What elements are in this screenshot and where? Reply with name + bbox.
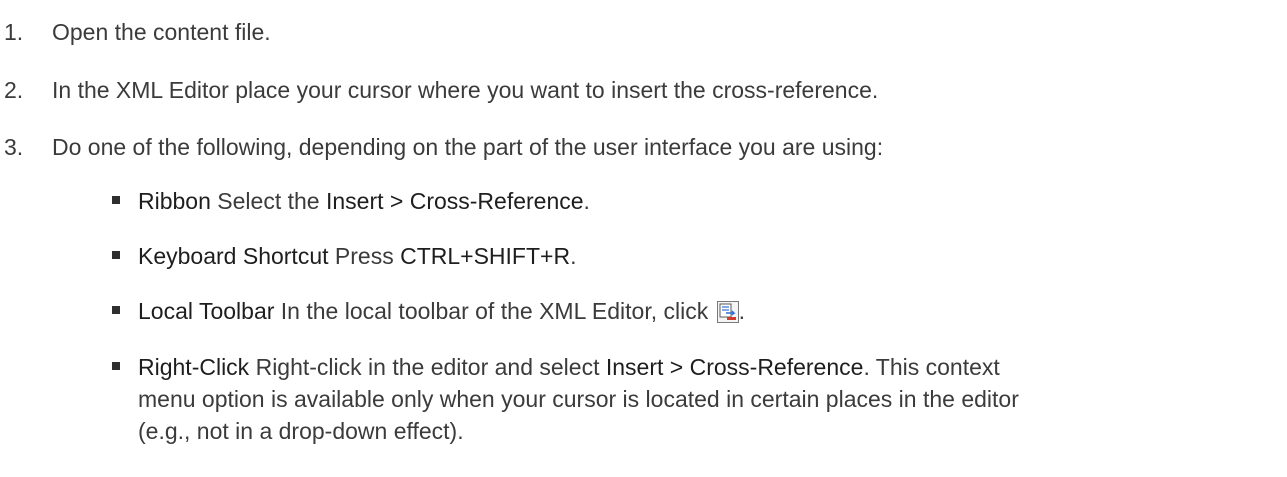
step-text: Open the content file. <box>52 19 271 45</box>
bullet-square-icon <box>112 251 120 259</box>
step-text: Do one of the following, depending on th… <box>52 134 884 160</box>
step-text: In the XML Editor place your cursor wher… <box>52 77 879 103</box>
option-punctuation: . <box>738 298 745 324</box>
insert-cross-reference-icon <box>716 299 739 323</box>
step-number: 3. <box>4 134 24 160</box>
step-1: 1. Open the content file. <box>4 16 271 48</box>
option-label: Right-Click <box>138 354 250 380</box>
menu-command: Insert > Cross-Reference <box>605 354 864 380</box>
step-3: 3. Do one of the following, depending on … <box>4 131 883 163</box>
option-description: Select the <box>210 188 326 214</box>
option-text: Ribbon Select the Insert > Cross-Referen… <box>138 185 1287 217</box>
option-description: Press <box>328 243 401 269</box>
option-line-2: menu option is available only when your … <box>138 386 1019 412</box>
option-line-1: Right-Click Right-click in the editor an… <box>138 351 1287 383</box>
option-description-continued: . This context <box>863 354 1000 380</box>
option-text: Local Toolbar In the local toolbar of th… <box>138 295 1287 327</box>
option-punctuation: . <box>583 188 590 214</box>
option-description: Right-click in the editor and select <box>249 354 606 380</box>
bullet-square-icon <box>112 196 120 204</box>
step-2: 2. In the XML Editor place your cursor wh… <box>4 74 878 106</box>
option-label: Keyboard Shortcut <box>138 243 329 269</box>
option-text: Keyboard Shortcut Press CTRL+SHIFT+R. <box>138 240 1287 272</box>
option-text: Right-Click Right-click in the editor an… <box>138 351 1287 447</box>
procedure-document: 1. Open the content file. 2. In the XML Ed… <box>0 0 1287 477</box>
bullet-square-icon <box>112 306 120 314</box>
step-number: 2. <box>4 77 24 103</box>
step-number: 1. <box>4 19 24 45</box>
option-line-3: (e.g., not in a drop-down effect). <box>138 418 464 444</box>
keyboard-shortcut: CTRL+SHIFT+R <box>400 243 571 269</box>
option-label: Ribbon <box>138 188 211 214</box>
option-punctuation: . <box>570 243 577 269</box>
menu-command: Insert > Cross-Reference <box>325 188 584 214</box>
option-description: In the local toolbar of the XML Editor, … <box>274 298 715 324</box>
option-label: Local Toolbar <box>138 298 275 324</box>
bullet-square-icon <box>112 362 120 370</box>
